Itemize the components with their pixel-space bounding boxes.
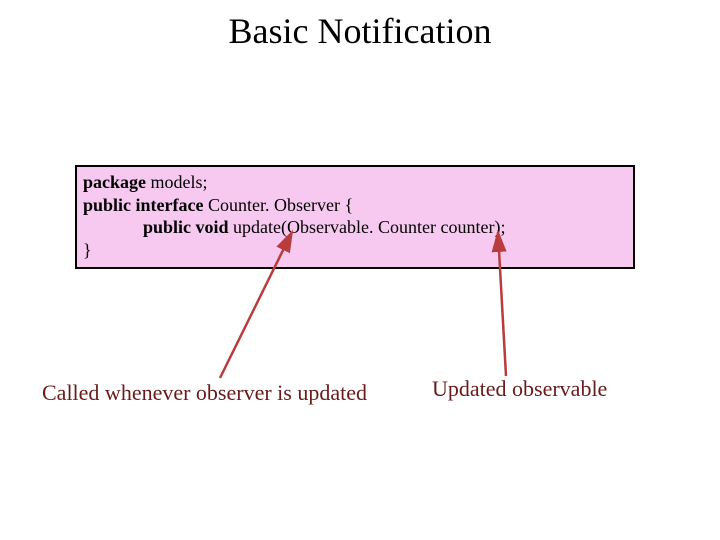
annotation-updated-observable: Updated observable [432,376,607,402]
annotation-called-whenever: Called whenever observer is updated [42,380,367,406]
arrow-left [0,0,720,540]
